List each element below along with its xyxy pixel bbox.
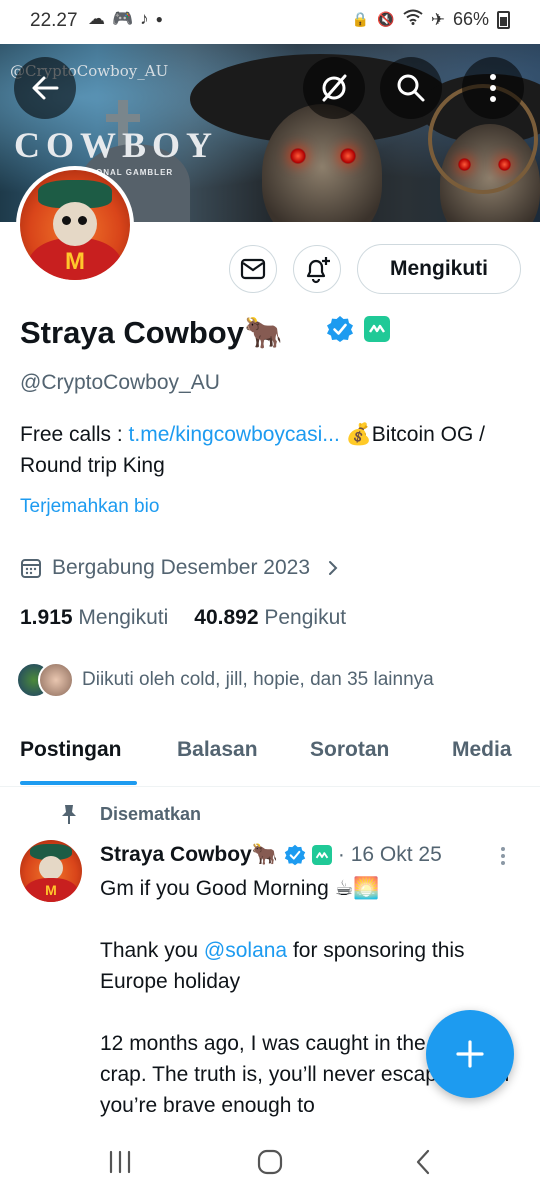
- gamepad-icon: 🎮: [112, 9, 134, 28]
- wifi-icon: [403, 9, 423, 30]
- calendar-icon: [21, 559, 41, 578]
- home-icon: [257, 1149, 283, 1175]
- chevron-left-icon: [416, 1149, 430, 1175]
- recent-apps-icon: [109, 1150, 131, 1174]
- tab-replies[interactable]: Balasan: [177, 738, 258, 762]
- profile-avatar[interactable]: M: [16, 166, 134, 284]
- tab-posts[interactable]: Postingan: [20, 738, 122, 762]
- chevron-right-icon: [329, 561, 338, 575]
- following-stat[interactable]: 1.915 Mengikuti: [20, 606, 168, 630]
- system-navigation-bar: [0, 1124, 540, 1200]
- followers-stat[interactable]: 40.892 Pengikut: [194, 606, 346, 630]
- search-icon: [397, 74, 425, 102]
- back-nav-button[interactable]: [393, 1142, 453, 1182]
- back-button[interactable]: [14, 57, 76, 119]
- translate-bio-link[interactable]: Terjemahkan bio: [20, 496, 159, 518]
- post-more-button[interactable]: [500, 846, 506, 872]
- message-button[interactable]: [229, 245, 277, 293]
- status-notification-icons: ☁ 🎮 ♪ ●: [88, 9, 163, 29]
- home-button[interactable]: [240, 1142, 300, 1182]
- bio-link[interactable]: t.me/kingcowboycasi...: [129, 423, 340, 446]
- cloud-icon: ☁: [88, 9, 105, 28]
- more-vertical-icon: [490, 74, 496, 102]
- active-tab-indicator: [20, 781, 137, 785]
- verified-badge-icon[interactable]: [326, 315, 354, 343]
- recent-apps-button[interactable]: [90, 1142, 150, 1182]
- joined-date[interactable]: Bergabung Desember 2023: [20, 556, 340, 580]
- avatar: [38, 662, 74, 698]
- banner-title: COWBOY: [14, 125, 219, 165]
- status-time: 22.27: [30, 10, 78, 31]
- battery-percent: 66%: [452, 9, 489, 29]
- tab-media[interactable]: Media: [452, 738, 512, 762]
- lock-icon: 🔒: [351, 11, 370, 27]
- verified-badge-icon: [284, 844, 306, 866]
- tab-highlights[interactable]: Sorotan: [310, 738, 389, 762]
- pinned-label: Disematkan: [60, 803, 201, 825]
- following-button[interactable]: Mengikuti: [357, 244, 521, 294]
- affiliate-badge-icon: [311, 845, 332, 865]
- name-badges: [326, 315, 390, 343]
- profile-name: Straya Cowboy🐂: [20, 315, 283, 350]
- mute-icon: 🔇: [377, 11, 395, 27]
- more-options-button[interactable]: [462, 57, 524, 119]
- profile-bio: Free calls : t.me/kingcowboycasi... 💰Bit…: [20, 423, 485, 477]
- followed-by-row[interactable]: Diikuti oleh cold, jill, hopie, dan 35 l…: [16, 662, 434, 698]
- mail-icon: [240, 258, 266, 280]
- post-header: Straya Cowboy🐂 · 16 Okt 25: [100, 843, 442, 867]
- grok-button[interactable]: [303, 57, 365, 119]
- tiktok-icon: ♪: [140, 9, 149, 28]
- profile-handle: @CryptoCowboy_AU: [20, 371, 220, 394]
- plus-icon: [456, 1040, 484, 1068]
- search-button[interactable]: [380, 57, 442, 119]
- profile-tabs: Postingan Balasan Sorotan Media: [0, 722, 540, 787]
- arrow-left-icon: [32, 76, 59, 100]
- affiliate-badge-icon[interactable]: [364, 316, 390, 342]
- grok-icon: [322, 74, 347, 102]
- notification-subscribe-button[interactable]: [293, 245, 341, 293]
- post-date[interactable]: · 16 Okt 25: [338, 843, 442, 867]
- post-author-name[interactable]: Straya Cowboy🐂: [100, 843, 278, 867]
- bell-plus-icon: [306, 257, 330, 284]
- more-vertical-icon: [501, 847, 505, 865]
- post-author-avatar[interactable]: M: [20, 840, 82, 902]
- follow-stats: 1.915 Mengikuti 40.892 Pengikut: [20, 606, 346, 630]
- compose-post-button[interactable]: [426, 1010, 514, 1098]
- status-system-icons: 🔒 🔇 ✈ 66%: [352, 9, 510, 30]
- pin-icon: [62, 805, 76, 824]
- mcdonalds-logo: M: [65, 248, 85, 275]
- followers-avatars: [16, 662, 74, 698]
- status-bar: 22.27 ☁ 🎮 ♪ ● 🔒 🔇 ✈ 66%: [0, 0, 540, 44]
- airplane-icon: ✈: [430, 9, 445, 29]
- mention-link[interactable]: @solana: [204, 939, 287, 962]
- battery-icon: [497, 10, 510, 29]
- dot-icon: ●: [155, 12, 163, 26]
